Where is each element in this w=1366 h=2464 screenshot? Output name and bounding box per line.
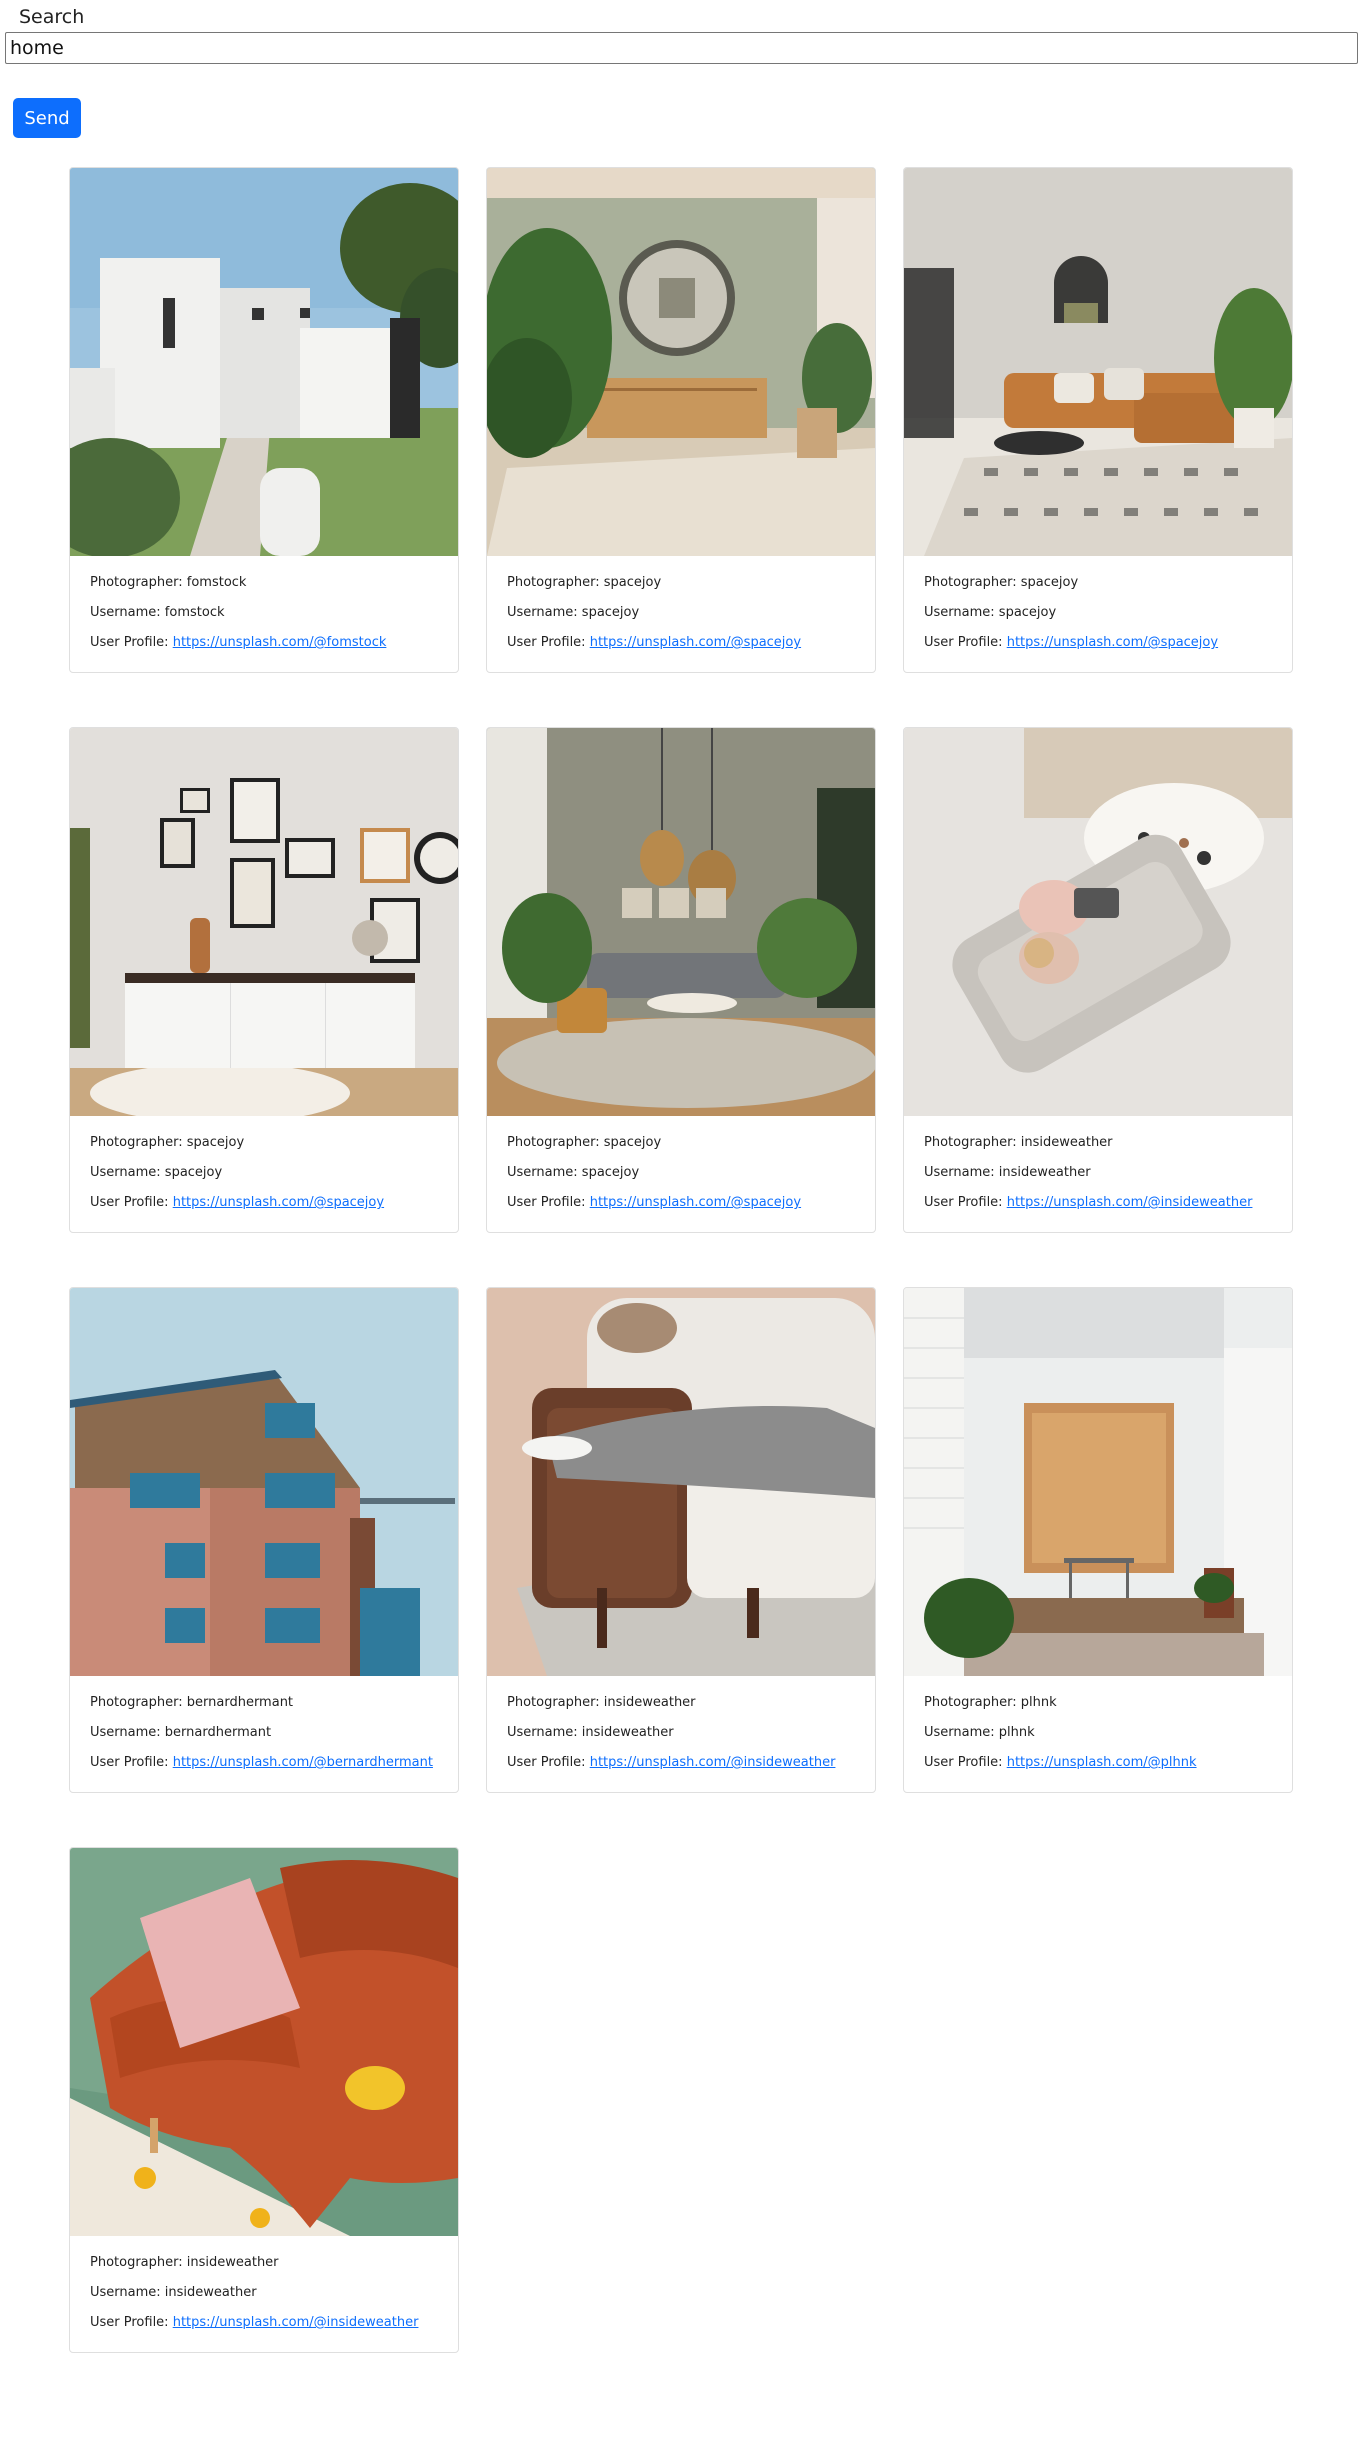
- result-card: Photographer: spacejoy Username: spacejo…: [903, 167, 1293, 673]
- result-image-orange-sofa-lemons: [70, 1848, 458, 2236]
- photographer-line: Photographer: insideweather: [507, 1695, 696, 1710]
- profile-link[interactable]: https://unsplash.com/@spacejoy: [590, 635, 801, 650]
- photographer-line: Photographer: insideweather: [90, 2255, 279, 2270]
- username-value: spacejoy: [998, 605, 1057, 620]
- username-line: Username: insideweather: [90, 2285, 257, 2300]
- photographer-line: Photographer: spacejoy: [90, 1135, 245, 1150]
- profile-link[interactable]: https://unsplash.com/@insideweather: [1007, 1195, 1253, 1210]
- profile-link[interactable]: https://unsplash.com/@plhnk: [1007, 1755, 1197, 1770]
- username-line: Username: spacejoy: [507, 605, 640, 620]
- result-card: Photographer: spacejoy Username: spacejo…: [486, 727, 876, 1233]
- username-value: spacejoy: [164, 1165, 223, 1180]
- photographer-name: plhnk: [1020, 1695, 1057, 1710]
- photographer-name: fomstock: [186, 575, 247, 590]
- result-image-living-room-round-mirror: [487, 168, 875, 556]
- profile-link[interactable]: https://unsplash.com/@insideweather: [173, 2315, 419, 2330]
- result-card: Photographer: plhnk Username: plhnk User…: [903, 1287, 1293, 1793]
- username-line: Username: plhnk: [924, 1725, 1035, 1740]
- profile-line: User Profile: https://unsplash.com/@spac…: [924, 635, 1219, 650]
- photographer-name: spacejoy: [603, 1135, 662, 1150]
- send-button[interactable]: Send: [13, 98, 81, 138]
- photographer-name: insideweather: [186, 2255, 279, 2270]
- profile-line: User Profile: https://unsplash.com/@foms…: [90, 635, 387, 650]
- result-card: Photographer: insideweather Username: in…: [903, 727, 1293, 1233]
- result-image-woman-on-sofa-top-view: [904, 728, 1292, 1116]
- result-card: Photographer: insideweather Username: in…: [69, 1847, 459, 2353]
- search-label: Search: [19, 6, 85, 28]
- username-line: Username: spacejoy: [507, 1165, 640, 1180]
- profile-link[interactable]: https://unsplash.com/@spacejoy: [1007, 635, 1218, 650]
- username-value: spacejoy: [581, 1165, 640, 1180]
- photographer-line: Photographer: fomstock: [90, 575, 247, 590]
- search-input[interactable]: [5, 32, 1358, 64]
- profile-link[interactable]: https://unsplash.com/@fomstock: [173, 635, 387, 650]
- profile-link[interactable]: https://unsplash.com/@insideweather: [590, 1755, 836, 1770]
- username-value: fomstock: [164, 605, 225, 620]
- username-line: Username: fomstock: [90, 605, 225, 620]
- username-line: Username: insideweather: [924, 1165, 1091, 1180]
- profile-line: User Profile: https://unsplash.com/@insi…: [924, 1195, 1253, 1210]
- photographer-line: Photographer: insideweather: [924, 1135, 1113, 1150]
- username-line: Username: bernardhermant: [90, 1725, 272, 1740]
- username-value: plhnk: [998, 1725, 1035, 1740]
- profile-line: User Profile: https://unsplash.com/@bern…: [90, 1755, 433, 1770]
- result-image-white-porch-wood-panel: [904, 1288, 1292, 1676]
- result-image-gallery-wall-sideboard: [70, 728, 458, 1116]
- username-value: spacejoy: [581, 605, 640, 620]
- result-card: Photographer: fomstock Username: fomstoc…: [69, 167, 459, 673]
- result-image-brick-wood-building: [70, 1288, 458, 1676]
- photographer-line: Photographer: spacejoy: [507, 575, 662, 590]
- username-value: insideweather: [581, 1725, 674, 1740]
- result-card: Photographer: spacejoy Username: spacejo…: [486, 167, 876, 673]
- photographer-line: Photographer: spacejoy: [507, 1135, 662, 1150]
- photographer-name: spacejoy: [603, 575, 662, 590]
- username-line: Username: insideweather: [507, 1725, 674, 1740]
- photographer-name: insideweather: [603, 1695, 696, 1710]
- photographer-name: bernardhermant: [186, 1695, 294, 1710]
- username-line: Username: spacejoy: [924, 605, 1057, 620]
- username-value: insideweather: [164, 2285, 257, 2300]
- photographer-name: insideweather: [1020, 1135, 1113, 1150]
- photographer-name: spacejoy: [1020, 575, 1079, 590]
- result-card: Photographer: bernardhermant Username: b…: [69, 1287, 459, 1793]
- username-line: Username: spacejoy: [90, 1165, 223, 1180]
- result-image-living-room-pendant-lamps: [487, 728, 875, 1116]
- photographer-line: Photographer: spacejoy: [924, 575, 1079, 590]
- profile-line: User Profile: https://unsplash.com/@spac…: [507, 1195, 802, 1210]
- username-value: bernardhermant: [164, 1725, 272, 1740]
- profile-link[interactable]: https://unsplash.com/@spacejoy: [173, 1195, 384, 1210]
- profile-line: User Profile: https://unsplash.com/@spac…: [507, 635, 802, 650]
- result-image-person-on-armchair: [487, 1288, 875, 1676]
- profile-link[interactable]: https://unsplash.com/@bernardhermant: [173, 1755, 433, 1770]
- result-card: Photographer: insideweather Username: in…: [486, 1287, 876, 1793]
- profile-line: User Profile: https://unsplash.com/@spac…: [90, 1195, 385, 1210]
- photographer-line: Photographer: plhnk: [924, 1695, 1057, 1710]
- result-image-white-modern-house: [70, 168, 458, 556]
- profile-link[interactable]: https://unsplash.com/@spacejoy: [590, 1195, 801, 1210]
- username-value: insideweather: [998, 1165, 1091, 1180]
- profile-line: User Profile: https://unsplash.com/@insi…: [90, 2315, 419, 2330]
- photographer-line: Photographer: bernardhermant: [90, 1695, 294, 1710]
- profile-line: User Profile: https://unsplash.com/@plhn…: [924, 1755, 1197, 1770]
- result-image-living-room-orange-sofa: [904, 168, 1292, 556]
- profile-line: User Profile: https://unsplash.com/@insi…: [507, 1755, 836, 1770]
- photographer-name: spacejoy: [186, 1135, 245, 1150]
- result-card: Photographer: spacejoy Username: spacejo…: [69, 727, 459, 1233]
